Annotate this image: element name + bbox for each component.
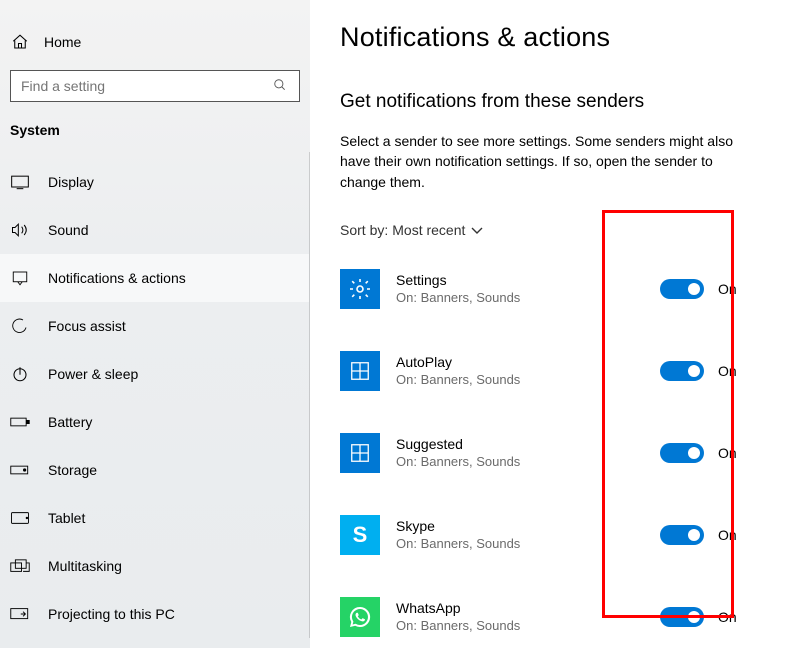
suggested-app-icon — [340, 433, 380, 473]
search-input[interactable] — [21, 78, 273, 94]
toggle-label: On — [718, 363, 737, 379]
toggle-switch[interactable] — [660, 361, 704, 381]
sender-name: Settings — [396, 272, 660, 288]
sidebar-nav: Display Sound Notifications & actions Fo… — [0, 152, 310, 638]
toggle-switch[interactable] — [660, 607, 704, 627]
toggle-label: On — [718, 281, 737, 297]
projecting-icon — [10, 604, 30, 624]
sidebar-item-storage[interactable]: Storage — [0, 446, 309, 494]
sender-row-suggested[interactable]: Suggested On: Banners, Sounds On — [340, 422, 770, 484]
autoplay-app-icon — [340, 351, 380, 391]
sender-sub: On: Banners, Sounds — [396, 290, 660, 305]
section-title: Get notifications from these senders — [340, 91, 770, 113]
sender-row-skype[interactable]: S Skype On: Banners, Sounds On — [340, 504, 770, 566]
sender-row-settings[interactable]: Settings On: Banners, Sounds On — [340, 258, 770, 320]
settings-app-icon — [340, 269, 380, 309]
sidebar-item-label: Battery — [48, 414, 92, 430]
multitasking-icon — [10, 556, 30, 576]
sidebar-item-label: Power & sleep — [48, 366, 138, 382]
sidebar-group-title: System — [0, 114, 310, 152]
sidebar-item-label: Multitasking — [48, 558, 122, 574]
sender-name: WhatsApp — [396, 600, 660, 616]
chevron-down-icon — [471, 222, 483, 238]
toggle-label: On — [718, 527, 737, 543]
tablet-icon — [10, 508, 30, 528]
sidebar-item-tablet[interactable]: Tablet — [0, 494, 309, 542]
display-icon — [10, 172, 30, 192]
sidebar-item-label: Tablet — [48, 510, 85, 526]
battery-icon — [10, 412, 30, 432]
sidebar-item-label: Storage — [48, 462, 97, 478]
sender-sub: On: Banners, Sounds — [396, 372, 660, 387]
toggle-label: On — [718, 445, 737, 461]
sort-by-label: Sort by: — [340, 222, 388, 238]
sort-by-value[interactable]: Most recent — [392, 222, 483, 238]
sidebar-item-battery[interactable]: Battery — [0, 398, 309, 446]
focus-assist-icon — [10, 316, 30, 336]
search-field[interactable] — [10, 70, 300, 102]
storage-icon — [10, 460, 30, 480]
home-icon — [10, 32, 30, 52]
main-content: Notifications & actions Get notification… — [310, 0, 796, 648]
whatsapp-app-icon — [340, 597, 380, 637]
toggle-switch[interactable] — [660, 443, 704, 463]
sidebar-item-label: Projecting to this PC — [48, 606, 175, 622]
sort-by-row[interactable]: Sort by: Most recent — [340, 222, 770, 238]
sidebar-item-power-sleep[interactable]: Power & sleep — [0, 350, 309, 398]
sender-name: AutoPlay — [396, 354, 660, 370]
search-icon — [273, 78, 289, 94]
sender-sub: On: Banners, Sounds — [396, 618, 660, 633]
sound-icon — [10, 220, 30, 240]
sidebar-home[interactable]: Home — [0, 28, 310, 66]
sidebar-item-label: Display — [48, 174, 94, 190]
sender-sub: On: Banners, Sounds — [396, 454, 660, 469]
sender-name: Suggested — [396, 436, 660, 452]
sidebar-item-notifications[interactable]: Notifications & actions — [0, 254, 309, 302]
sender-row-whatsapp[interactable]: WhatsApp On: Banners, Sounds On — [340, 586, 770, 648]
sidebar-item-sound[interactable]: Sound — [0, 206, 309, 254]
sidebar: Home System Display Sound Noti — [0, 0, 310, 648]
section-description: Select a sender to see more settings. So… — [340, 131, 760, 192]
sidebar-item-focus-assist[interactable]: Focus assist — [0, 302, 309, 350]
sidebar-item-display[interactable]: Display — [0, 158, 309, 206]
power-icon — [10, 364, 30, 384]
toggle-label: On — [718, 609, 737, 625]
toggle-switch[interactable] — [660, 279, 704, 299]
sender-sub: On: Banners, Sounds — [396, 536, 660, 551]
sender-name: Skype — [396, 518, 660, 534]
sidebar-item-label: Notifications & actions — [48, 270, 186, 286]
sidebar-item-label: Focus assist — [48, 318, 126, 334]
skype-app-icon: S — [340, 515, 380, 555]
sidebar-item-label: Sound — [48, 222, 88, 238]
page-title: Notifications & actions — [340, 22, 770, 53]
sidebar-home-label: Home — [44, 34, 81, 50]
sidebar-item-multitasking[interactable]: Multitasking — [0, 542, 309, 590]
sidebar-item-projecting[interactable]: Projecting to this PC — [0, 590, 309, 638]
sender-row-autoplay[interactable]: AutoPlay On: Banners, Sounds On — [340, 340, 770, 402]
toggle-switch[interactable] — [660, 525, 704, 545]
notifications-icon — [10, 268, 30, 288]
